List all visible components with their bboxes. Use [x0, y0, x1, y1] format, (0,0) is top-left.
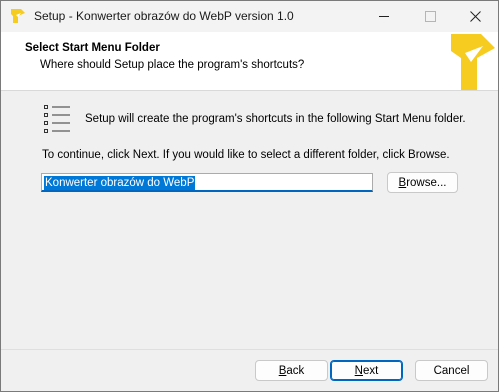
start-menu-folder-input[interactable]: Konwerter obrazów do WebP — [41, 173, 373, 192]
browse-button[interactable]: Browse... — [387, 172, 458, 193]
minimize-button[interactable] — [361, 1, 407, 32]
continue-instructions: To continue, click Next. If you would li… — [42, 149, 450, 161]
page-subtitle: Where should Setup place the program's s… — [40, 59, 305, 71]
app-logo-icon — [11, 9, 25, 23]
installer-logo-icon — [451, 34, 495, 90]
setup-window: Setup - Konwerter obrazów do WebP versio… — [0, 0, 499, 392]
maximize-button[interactable] — [407, 1, 453, 32]
footer-divider — [1, 349, 498, 350]
folder-input-value[interactable]: Konwerter obrazów do WebP — [44, 176, 196, 190]
next-accel: N — [354, 364, 363, 377]
back-button[interactable]: Back — [255, 360, 328, 381]
cancel-button[interactable]: Cancel — [415, 360, 488, 381]
cancel-label: Cancel — [433, 364, 470, 377]
back-label: ack — [286, 364, 305, 377]
title-bar[interactable]: Setup - Konwerter obrazów do WebP versio… — [1, 1, 498, 32]
close-button[interactable] — [452, 1, 498, 32]
close-icon — [469, 11, 481, 22]
page-title: Select Start Menu Folder — [25, 42, 160, 54]
browse-accel: B — [398, 176, 407, 189]
window-title: Setup - Konwerter obrazów do WebP versio… — [34, 9, 294, 23]
start-menu-list-icon — [44, 105, 70, 133]
next-button[interactable]: Next — [330, 360, 403, 381]
wizard-header: Select Start Menu Folder Where should Se… — [1, 32, 498, 91]
back-accel: B — [278, 364, 287, 377]
next-label: ext — [362, 364, 379, 377]
intro-text: Setup will create the program's shortcut… — [85, 113, 466, 125]
minimize-icon — [379, 16, 389, 17]
maximize-icon — [424, 11, 436, 22]
browse-label: rowse... — [406, 176, 447, 189]
